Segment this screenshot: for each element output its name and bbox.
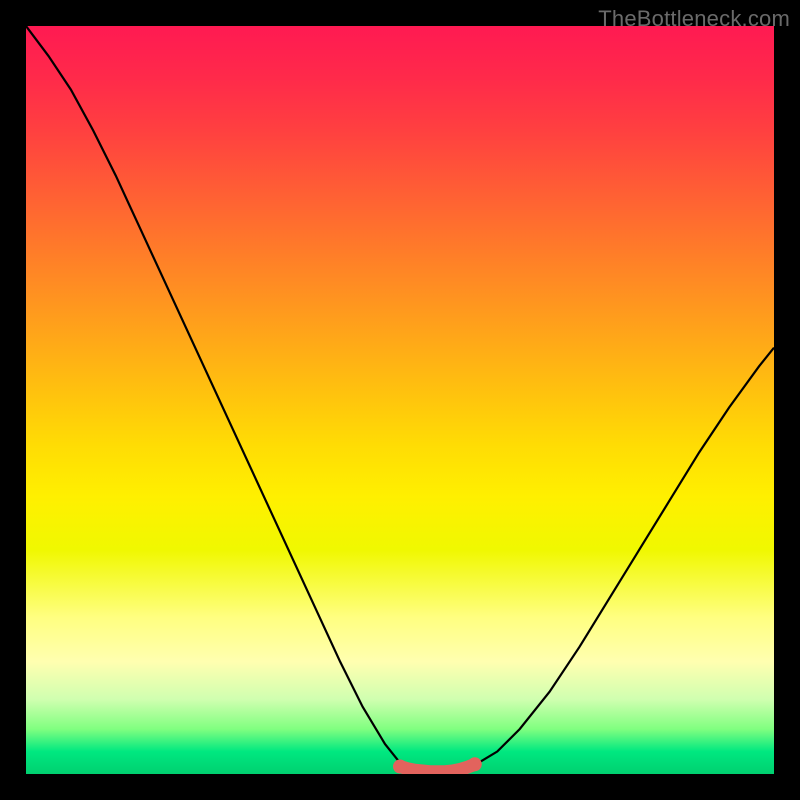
- bottleneck-curve: [26, 26, 774, 773]
- watermark: TheBottleneck.com: [598, 6, 790, 32]
- optimal-zone-marker: [400, 764, 475, 771]
- curve-svg: [26, 26, 774, 774]
- chart-container: TheBottleneck.com: [0, 0, 800, 800]
- plot-area: [26, 26, 774, 774]
- marker-end-right: [468, 757, 482, 771]
- marker-end-left: [393, 760, 407, 774]
